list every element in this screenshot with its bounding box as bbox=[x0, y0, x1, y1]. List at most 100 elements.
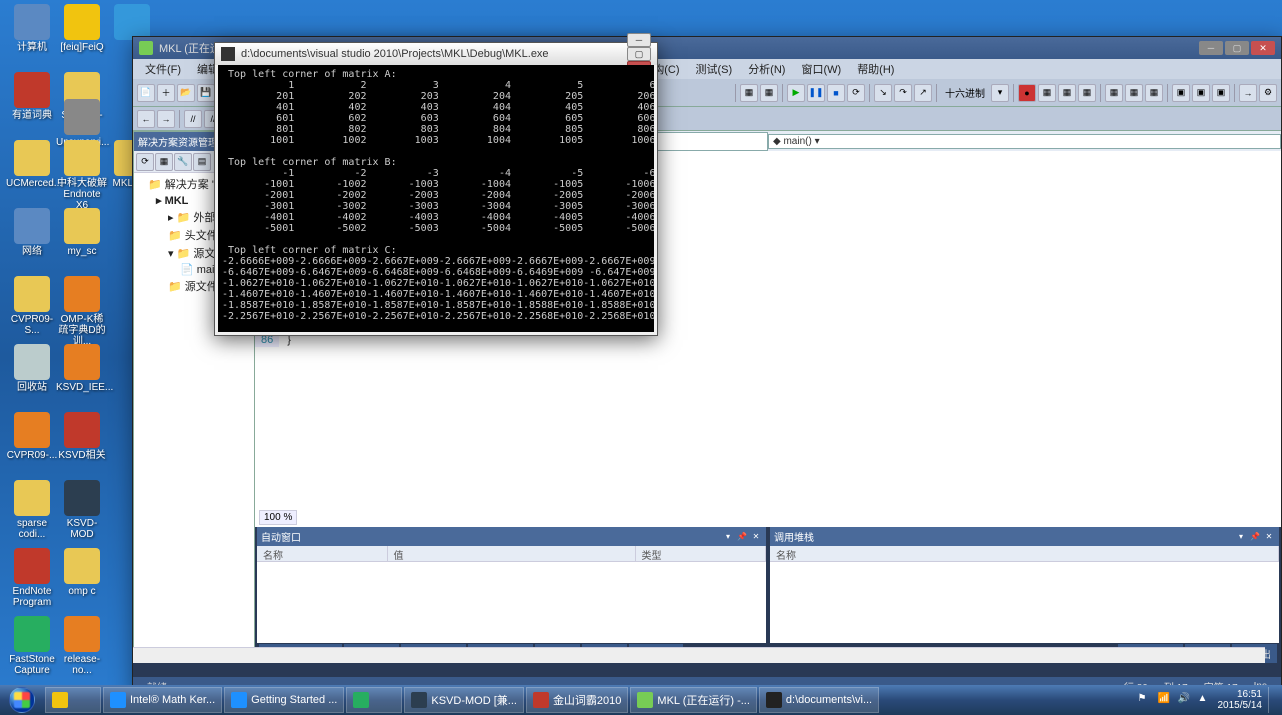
new-project-button[interactable]: 📄 bbox=[137, 84, 155, 102]
tray-misc-icon[interactable]: ▲ bbox=[1198, 693, 1212, 707]
start-button[interactable] bbox=[0, 685, 44, 715]
desktop-icon[interactable]: 计算机 bbox=[6, 4, 58, 53]
show-desktop-button[interactable] bbox=[1268, 687, 1276, 713]
console-maximize-button[interactable]: ▢ bbox=[627, 47, 651, 61]
taskbar-button-label: d:\documents\vi... bbox=[786, 694, 872, 706]
taskbar-button[interactable]: KSVD-MOD [兼... bbox=[404, 687, 524, 713]
zoom-indicator[interactable]: 100 % bbox=[259, 510, 297, 525]
desktop-icon[interactable]: KSVD相关 bbox=[56, 412, 108, 461]
autos-panel: 自动窗口 ▾📌✕ 名称 值 类型 bbox=[257, 527, 766, 643]
vs-close-button[interactable]: ✕ bbox=[1251, 41, 1275, 55]
tb-btn-e[interactable]: ▦ bbox=[1125, 84, 1143, 102]
tb-btn-k[interactable]: ⚙ bbox=[1259, 84, 1277, 102]
taskbar-button[interactable]: Getting Started ... bbox=[224, 687, 344, 713]
breakpoints-button[interactable]: ● bbox=[1018, 84, 1036, 102]
menubar-item[interactable]: 测试(S) bbox=[688, 59, 741, 79]
sol-refresh-button[interactable]: ⟳ bbox=[136, 153, 154, 171]
taskbar-button[interactable]: MKL (正在运行) -... bbox=[630, 687, 756, 713]
tray-volume-icon[interactable]: 🔊 bbox=[1178, 693, 1192, 707]
tray-clock[interactable]: 16:51 2015/5/14 bbox=[1218, 689, 1263, 711]
tb-btn-g[interactable]: ▣ bbox=[1172, 84, 1190, 102]
comment-button[interactable]: // bbox=[184, 110, 202, 128]
menubar-item[interactable]: 帮助(H) bbox=[849, 59, 902, 79]
desktop-icon[interactable]: CVPR09-S... bbox=[6, 276, 58, 336]
tb-btn-j[interactable]: → bbox=[1239, 84, 1257, 102]
tb-btn-b[interactable]: ▦ bbox=[1058, 84, 1076, 102]
step-over-button[interactable]: ↷ bbox=[894, 84, 912, 102]
add-item-button[interactable]: ＋ bbox=[157, 84, 175, 102]
taskbar-button[interactable]: 金山词霸2010 bbox=[526, 687, 628, 713]
desktop-icon[interactable]: omp c bbox=[56, 548, 108, 597]
vs-maximize-button[interactable]: ▢ bbox=[1225, 41, 1249, 55]
sol-showall-button[interactable]: ▦ bbox=[155, 153, 173, 171]
callstack-col-name[interactable]: 名称 bbox=[770, 546, 1279, 561]
taskbar-app-icon bbox=[411, 692, 427, 708]
desktop-file-icon bbox=[114, 4, 150, 40]
autos-col-name[interactable]: 名称 bbox=[257, 546, 388, 561]
console-titlebar[interactable]: d:\documents\visual studio 2010\Projects… bbox=[215, 43, 657, 65]
autos-col-type[interactable]: 类型 bbox=[636, 546, 767, 561]
desktop-icon-label: [feiq]FeiQ bbox=[56, 42, 108, 53]
desktop-icon[interactable]: release-no... bbox=[56, 616, 108, 676]
desktop-icon[interactable]: 回收站 bbox=[6, 344, 58, 393]
taskbar-button[interactable] bbox=[346, 687, 402, 713]
desktop-icon[interactable]: CVPR09-... bbox=[6, 412, 58, 461]
sol-collapse-button[interactable]: ▤ bbox=[193, 153, 211, 171]
desktop-icon[interactable]: KSVD_IEE... bbox=[56, 344, 108, 393]
desktop-icon[interactable]: [feiq]FeiQ bbox=[56, 4, 108, 53]
tray-network-icon[interactable]: 📶 bbox=[1158, 693, 1172, 707]
sol-properties-button[interactable]: 🔧 bbox=[174, 153, 192, 171]
tb-btn-d[interactable]: ▦ bbox=[1105, 84, 1123, 102]
menubar-item[interactable]: 文件(F) bbox=[137, 59, 189, 79]
taskbar-button[interactable]: Intel® Math Ker... bbox=[103, 687, 222, 713]
taskbar-button[interactable] bbox=[45, 687, 101, 713]
open-button[interactable]: 📂 bbox=[177, 84, 195, 102]
desktop-icon[interactable]: my_sc bbox=[56, 208, 108, 257]
nav-fwd-button[interactable]: → bbox=[157, 110, 175, 128]
tb-btn-i[interactable]: ▣ bbox=[1212, 84, 1230, 102]
member-combo[interactable]: ◆ main() ▾ bbox=[768, 134, 1281, 149]
dbg-stop-button[interactable]: ■ bbox=[827, 84, 845, 102]
tb-btn-h[interactable]: ▣ bbox=[1192, 84, 1210, 102]
desktop-icon[interactable]: KSVD-MOD bbox=[56, 480, 108, 540]
menubar-item[interactable]: 分析(N) bbox=[740, 59, 793, 79]
tray-flag-icon[interactable]: ⚑ bbox=[1138, 693, 1152, 707]
hex-toggle[interactable]: ▾ bbox=[991, 84, 1009, 102]
desktop-icon[interactable]: sparse codi... bbox=[6, 480, 58, 540]
autos-col-value[interactable]: 值 bbox=[388, 546, 636, 561]
desktop-icon[interactable]: UCMerced... bbox=[6, 140, 58, 189]
nav-back-button[interactable]: ← bbox=[137, 110, 155, 128]
desktop-icon[interactable]: 网络 bbox=[6, 208, 58, 257]
autos-body[interactable] bbox=[257, 562, 766, 643]
dbg-continue-button[interactable]: ▶ bbox=[787, 84, 805, 102]
window-layout-button[interactable]: ▦ bbox=[740, 84, 758, 102]
console-output[interactable]: Top left corner of matrix A: 1 2 3 4 5 6… bbox=[218, 65, 654, 332]
panel-pin-icon[interactable]: 📌 bbox=[1249, 532, 1261, 542]
taskbar-button[interactable]: d:\documents\vi... bbox=[759, 687, 879, 713]
panel-close-icon[interactable]: ✕ bbox=[750, 532, 762, 542]
step-out-button[interactable]: ↗ bbox=[914, 84, 932, 102]
solution-scrollbar[interactable] bbox=[133, 647, 1265, 663]
console-minimize-button[interactable]: ─ bbox=[627, 33, 651, 47]
callstack-body[interactable] bbox=[770, 562, 1279, 643]
tb-btn-c[interactable]: ▦ bbox=[1078, 84, 1096, 102]
panel-pin-icon[interactable]: 📌 bbox=[736, 532, 748, 542]
dbg-pause-button[interactable]: ❚❚ bbox=[807, 84, 825, 102]
menubar-item[interactable]: 窗口(W) bbox=[793, 59, 849, 79]
vs-minimize-button[interactable]: ─ bbox=[1199, 41, 1223, 55]
save-button[interactable]: 💾 bbox=[197, 84, 215, 102]
desktop-icon[interactable]: 中科大破解Endnote X6 bbox=[56, 140, 108, 211]
desktop-icon[interactable]: EndNote Program bbox=[6, 548, 58, 608]
tb-btn-f[interactable]: ▦ bbox=[1145, 84, 1163, 102]
desktop-icon[interactable]: 有道词典 bbox=[6, 72, 58, 121]
panel-close-icon[interactable]: ✕ bbox=[1263, 532, 1275, 542]
step-into-button[interactable]: ↘ bbox=[874, 84, 892, 102]
taskbar-app-icon bbox=[52, 692, 68, 708]
toolbox-button[interactable]: ▦ bbox=[760, 84, 778, 102]
panel-dropdown-icon[interactable]: ▾ bbox=[722, 532, 734, 542]
dbg-restart-button[interactable]: ⟳ bbox=[847, 84, 865, 102]
desktop-icon[interactable]: OMP-K稀疏字典D的训... bbox=[56, 276, 108, 347]
panel-dropdown-icon[interactable]: ▾ bbox=[1235, 532, 1247, 542]
desktop-icon[interactable]: FastStone Capture bbox=[6, 616, 58, 676]
tb-btn-a[interactable]: ▦ bbox=[1038, 84, 1056, 102]
